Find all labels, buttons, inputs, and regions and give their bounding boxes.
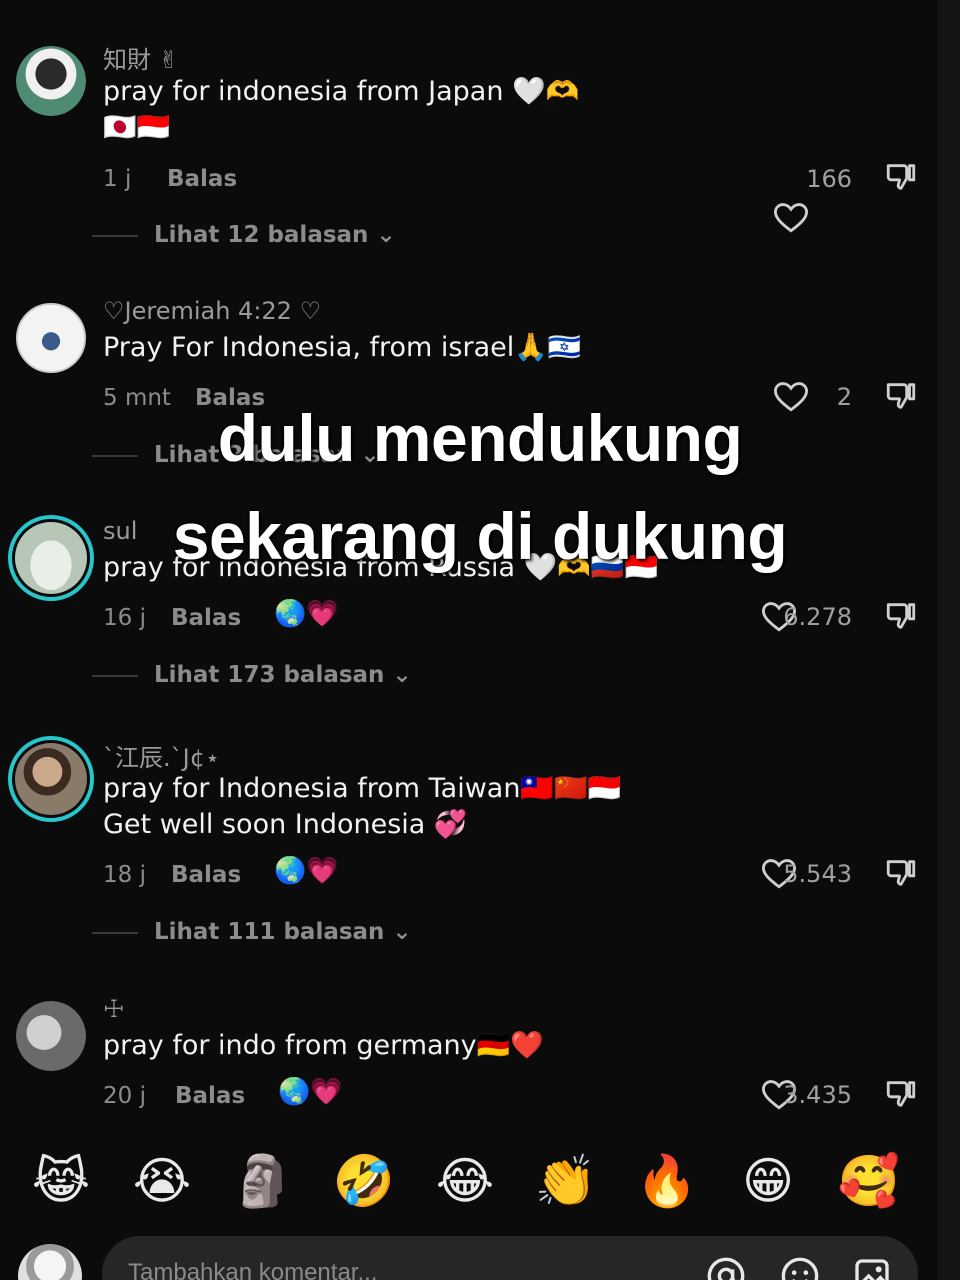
like-count: 3.435 — [783, 1081, 852, 1109]
dislike-icon[interactable] — [884, 856, 918, 890]
comment-line: Pray For Indonesia, from israel🙏🇮🇱 — [103, 332, 582, 363]
comment-line: pray for Indonesia from Taiwan🇹🇼🇨🇳🇮🇩 — [103, 773, 622, 804]
avatar[interactable] — [16, 303, 86, 373]
emoji-button[interactable]: 🔥 — [632, 1146, 702, 1216]
comment-username[interactable]: 知財 ✌ — [103, 40, 179, 75]
caption-line-2: sekarang di dukung — [172, 499, 788, 573]
image-icon[interactable] — [852, 1256, 892, 1280]
comment-text: pray for indonesia from Japan 🤍🫶 🇯🇵🇮🇩 — [103, 74, 579, 146]
view-replies-button[interactable]: Lihat 173 balasan ⌄ — [92, 662, 412, 688]
mention-icon[interactable] — [706, 1256, 746, 1280]
comment-input[interactable] — [128, 1258, 668, 1280]
comment-line: pray for indonesia from Japan 🤍🫶 — [103, 76, 580, 107]
emoji-picker-icon[interactable] — [780, 1256, 820, 1280]
emoji-bar: 😹 😭 🗿 🤣 😂 👏 🔥 😁 🥰 — [0, 1146, 960, 1220]
avatar[interactable] — [16, 1001, 86, 1071]
reply-button[interactable]: Balas — [167, 166, 237, 192]
like-count: 5.543 — [783, 860, 852, 888]
heart-icon[interactable] — [774, 202, 808, 234]
emoji-button[interactable]: 😂 — [430, 1146, 500, 1216]
reply-button[interactable]: Balas — [171, 605, 241, 631]
comment-text: Pray For Indonesia, from israel🙏🇮🇱 — [103, 330, 582, 366]
comment-username[interactable]: ☩ — [103, 995, 125, 1023]
reply-button[interactable]: Balas — [171, 862, 241, 888]
avatar[interactable] — [8, 736, 94, 822]
comment-line: 🇯🇵🇮🇩 — [103, 112, 171, 143]
sticker-icon[interactable]: 🌏💗 — [278, 1077, 343, 1107]
comment-line: pray for indo from germany🇩🇪❤️ — [103, 1030, 544, 1061]
sticker-icon[interactable]: 🌏💗 — [274, 856, 339, 886]
dislike-icon[interactable] — [884, 599, 918, 633]
view-replies-button[interactable]: Lihat 111 balasan ⌄ — [92, 919, 412, 945]
comment-time: 16 j — [103, 605, 146, 631]
comment-time: 1 j — [103, 166, 132, 192]
comment-username[interactable]: ˋ江辰.ˋJ¢⋆ — [103, 738, 220, 773]
comment-item: ☩ pray for indo from germany🇩🇪❤️ 20 j Ba… — [0, 995, 960, 1125]
comment-text: pray for indo from germany🇩🇪❤️ — [103, 1028, 544, 1064]
dislike-icon[interactable] — [884, 1077, 918, 1111]
like-count: 166 — [806, 165, 852, 193]
emoji-button[interactable]: 😁 — [733, 1146, 803, 1216]
comment-composer — [0, 1232, 960, 1280]
like-count: 6.278 — [783, 603, 852, 631]
comment-line: Get well soon Indonesia 💞 — [103, 809, 468, 840]
comment-time: 18 j — [103, 862, 146, 888]
emoji-button[interactable]: 🤣 — [329, 1146, 399, 1216]
emoji-button[interactable]: 😹 — [26, 1146, 96, 1216]
comment-text: pray for Indonesia from Taiwan🇹🇼🇨🇳🇮🇩 Get… — [103, 771, 621, 843]
emoji-button[interactable]: 👏 — [531, 1146, 601, 1216]
caption-line-1: dulu mendukung — [217, 401, 743, 475]
dislike-icon[interactable] — [884, 160, 918, 194]
avatar[interactable] — [18, 1244, 82, 1280]
emoji-button[interactable]: 😭 — [127, 1146, 197, 1216]
comment-input-box[interactable] — [102, 1236, 918, 1280]
comment-username[interactable]: ♡Jeremiah 4:22 ♡ — [103, 297, 321, 325]
comment-time: 20 j — [103, 1083, 146, 1109]
view-replies-button[interactable]: Lihat 12 balasan ⌄ — [92, 222, 396, 248]
emoji-button[interactable]: 🥰 — [834, 1146, 904, 1216]
emoji-button[interactable]: 🗿 — [228, 1146, 298, 1216]
comment-item: 知財 ✌ pray for indonesia from Japan 🤍🫶 🇯🇵… — [0, 40, 960, 250]
reply-button[interactable]: Balas — [175, 1083, 245, 1109]
avatar[interactable] — [16, 46, 86, 116]
comment-item: ˋ江辰.ˋJ¢⋆ pray for Indonesia from Taiwan🇹… — [0, 736, 960, 958]
sticker-icon[interactable]: 🌏💗 — [274, 599, 339, 629]
